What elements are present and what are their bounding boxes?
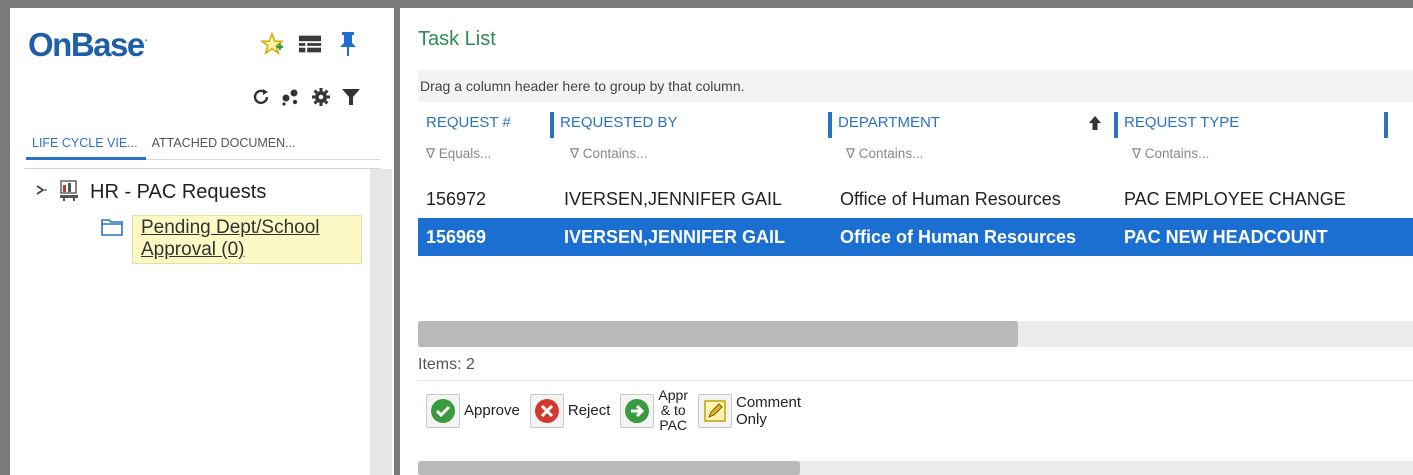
approve-to-pac-button[interactable]: Appr & to PAC	[620, 388, 688, 433]
reject-label: Reject	[567, 402, 611, 419]
panel-toolbar	[250, 86, 362, 108]
refresh-icon[interactable]	[250, 86, 272, 108]
reject-button[interactable]: Reject	[529, 393, 611, 428]
favorite-add-icon[interactable]	[260, 31, 284, 56]
lifecycle-icon	[58, 179, 80, 206]
forward-arrow-icon	[620, 393, 655, 428]
approve-button[interactable]: Approve	[426, 393, 520, 428]
tab-attached-documents[interactable]: ATTACHED DOCUMEN...	[146, 126, 304, 160]
panel-horizontal-scrollbar[interactable]	[418, 461, 1413, 475]
grid-rows: 156972 IVERSEN,JENNIFER GAIL Office of H…	[418, 180, 1413, 256]
tree-item-lifecycle[interactable]: HR - PAC Requests	[34, 179, 266, 206]
cell-department: Office of Human Resources	[840, 188, 1061, 209]
expand-chevron-icon[interactable]	[34, 183, 48, 202]
comment-pencil-icon	[697, 393, 732, 428]
grid-header: REQUEST # REQUESTED BY DEPARTMENT REQUES…	[418, 104, 1413, 144]
divider	[418, 380, 1413, 381]
left-panel: OnBase· LIFE CYCLE VIE... ATTACHED DOCUM…	[10, 8, 394, 475]
queue-label-line2: Approval (0)	[141, 239, 245, 260]
column-header-request-no[interactable]: REQUEST #	[418, 104, 550, 144]
grid-horizontal-scrollbar[interactable]	[418, 321, 1413, 347]
filter-department[interactable]: ∇ Contains...	[834, 146, 1120, 176]
onbase-logo: OnBase·	[28, 26, 148, 63]
items-count: Items: 2	[418, 356, 475, 373]
column-header-department[interactable]: DEPARTMENT	[828, 104, 1114, 144]
cell-request-type: PAC EMPLOYEE CHANGE	[1124, 188, 1346, 209]
filter-icon[interactable]	[340, 86, 362, 108]
column-header-request-type[interactable]: REQUEST TYPE	[1114, 104, 1384, 144]
task-list-panel: Task List Drag a column header here to g…	[400, 8, 1413, 475]
lifecycle-label: HR - PAC Requests	[90, 181, 267, 203]
scrollbar-thumb[interactable]	[418, 321, 1018, 347]
scrollbar-thumb[interactable]	[418, 461, 800, 475]
table-row[interactable]: 156972 IVERSEN,JENNIFER GAIL Office of H…	[418, 180, 1413, 218]
filter-requested-by[interactable]: ∇ Contains...	[556, 146, 834, 176]
task-actions: Approve Reject Appr & to PAC Comment Onl…	[426, 388, 801, 433]
folder-icon	[100, 215, 124, 242]
filter-request-type[interactable]: ∇ Contains...	[1120, 146, 1390, 176]
pin-icon[interactable]	[336, 32, 360, 56]
approve-to-pac-label: Appr & to PAC	[658, 387, 688, 433]
grid-filters: ∇ Equals... ∇ Contains... ∇ Contains... …	[418, 146, 1413, 176]
comment-only-label: Comment Only	[735, 393, 802, 428]
layout-icon[interactable]	[298, 32, 322, 56]
column-header-more[interactable]	[1384, 104, 1413, 144]
approve-label: Approve	[464, 402, 520, 419]
approve-check-icon	[426, 393, 460, 428]
lifecycle-tree: HR - PAC Requests Pending Dept/School Ap…	[24, 168, 392, 475]
filter-request-no[interactable]: ∇ Equals...	[418, 146, 556, 176]
tab-life-cycle-view[interactable]: LIFE CYCLE VIE...	[26, 126, 146, 160]
cell-request-type: PAC NEW HEADCOUNT	[1124, 226, 1328, 247]
queue-link[interactable]: Pending Dept/School Approval (0)	[132, 215, 362, 264]
group-by-hint[interactable]: Drag a column header here to group by th…	[418, 70, 1413, 102]
cell-requested-by: IVERSEN,JENNIFER GAIL	[564, 188, 783, 209]
queue-label-line1: Pending Dept/School	[141, 217, 320, 238]
workflow-icon[interactable]	[280, 86, 302, 108]
page-title: Task List	[418, 28, 496, 50]
settings-icon[interactable]	[310, 86, 332, 108]
column-header-requested-by[interactable]: REQUESTED BY	[550, 104, 828, 144]
sort-ascending-icon[interactable]	[1088, 115, 1102, 135]
comment-only-button[interactable]: Comment Only	[697, 393, 802, 428]
cell-requested-by: IVERSEN,JENNIFER GAIL	[564, 226, 786, 247]
left-tabs: LIFE CYCLE VIE... ATTACHED DOCUMEN...	[26, 126, 380, 160]
tree-scrollbar[interactable]	[370, 169, 392, 475]
cell-request-no: 156969	[426, 226, 487, 247]
tree-item-queue[interactable]: Pending Dept/School Approval (0)	[100, 215, 362, 264]
cell-request-no: 156972	[426, 188, 487, 209]
panel-top-icons	[260, 31, 360, 56]
reject-x-icon	[529, 393, 564, 428]
table-row-selected[interactable]: 156969 IVERSEN,JENNIFER GAIL Office of H…	[418, 218, 1413, 256]
cell-department: Office of Human Resources	[840, 226, 1077, 247]
